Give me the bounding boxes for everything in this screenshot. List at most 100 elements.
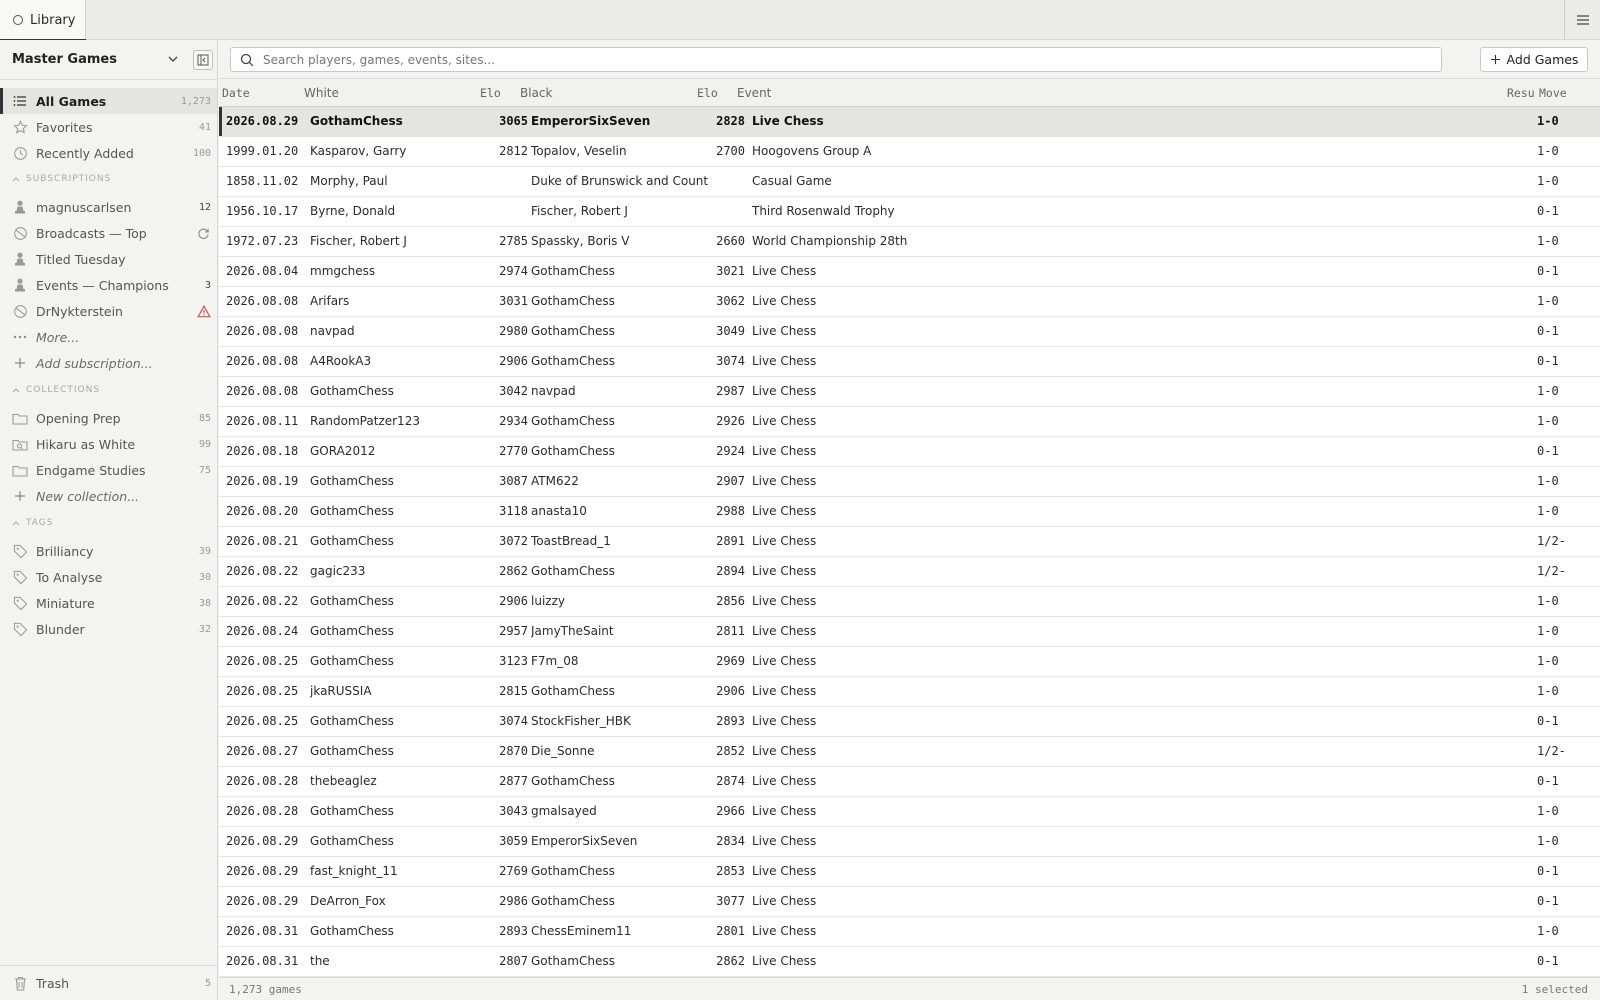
table-row[interactable]: 2026.08.20 GothamChess 3118 anasta10 2988 Liv… [219,497,1600,527]
sidebar-item-hikaru-as-white[interactable]: Hikaru as White 99 [0,431,217,457]
sidebar-item-blunder[interactable]: Blunder 32 [0,616,217,642]
sidebar-item-label: Favorites [36,119,93,135]
table-row[interactable]: 2026.08.24 GothamChess 2957 JamyTheSaint 281… [219,617,1600,647]
table-row[interactable]: 2026.08.22 gagic233 2862 GothamChess 2894 Liv… [219,557,1600,587]
cell-black: Fischer, Robert J [531,204,628,218]
sidebar-item-magnuscarlsen[interactable]: magnuscarlsen 12 [0,194,217,220]
cell-white: mmgchess [310,264,376,278]
cell-event: Live Chess [752,954,817,968]
cell-white-elo: 2870 [499,744,528,758]
list-icon [12,93,28,109]
table-row[interactable]: 2026.08.28 GothamChess 3043 gmalsayed 2966 Li… [219,797,1600,827]
plus-icon [12,488,28,504]
column-header-white[interactable]: White [304,79,474,107]
table-row[interactable]: 2026.08.08 A4RookA3 2906 GothamChess 3074 Liv… [219,347,1600,377]
add-games-button[interactable]: Add Games [1480,47,1588,72]
sidebar-item-drnykterstein[interactable]: DrNykterstein [0,298,217,324]
table-row[interactable]: 2026.08.19 GothamChess 3087 ATM622 2907 Live … [219,467,1600,497]
library-selector[interactable]: Master Games [0,40,217,80]
sidebar-item-events-champions[interactable]: Events — Champions 3 [0,272,217,298]
item-count: 100 [192,147,211,159]
column-header-event[interactable]: Event [737,79,1517,107]
column-header-black[interactable]: Black [520,79,690,107]
cell-black-elo: 3049 [716,324,745,338]
sidebar-item-miniature[interactable]: Miniature 38 [0,590,217,616]
table-row[interactable]: 2026.08.29 GothamChess 3065 EmperorSixSeven… [219,107,1600,137]
table-row[interactable]: 1858.11.02 Morphy, Paul Duke of Brunswick … [219,167,1600,197]
subscriptions-section-header[interactable]: SUBSCRIPTIONS [12,174,111,184]
sidebar-item-label: DrNykterstein [36,303,123,319]
cell-black: GothamChess [531,954,615,968]
table-row[interactable]: 2026.08.28 thebeaglez 2877 GothamChess 2874 L… [219,767,1600,797]
collapse-sidebar-button[interactable] [193,50,213,70]
sidebar-item-endgame-studies[interactable]: Endgame Studies 75 [0,457,217,483]
cell-event: Live Chess [752,354,817,368]
table-row[interactable]: 2026.08.25 GothamChess 3074 StockFisher_HBK… [219,707,1600,737]
cell-black: anasta10 [531,504,587,518]
column-header-date[interactable]: Date [222,79,302,107]
table-row[interactable]: 2026.08.27 GothamChess 2870 Die_Sonne 2852 Li… [219,737,1600,767]
table-row[interactable]: 2026.08.08 navpad 2980 GothamChess 3049 Live … [219,317,1600,347]
table-row[interactable]: 2026.08.18 GORA2012 2770 GothamChess 2924 Liv… [219,437,1600,467]
sidebar-item-titled-tuesday[interactable]: Titled Tuesday [0,246,217,272]
cell-date: 2026.08.20 [226,504,299,518]
cell-result: 0-1 [1537,954,1559,968]
cell-white-elo: 2769 [499,864,528,878]
library-title: Master Games [12,52,117,67]
sidebar-item-opening-prep[interactable]: Opening Prep 85 [0,405,217,431]
sidebar-item-all-games[interactable]: All Games 1,273 [0,88,217,114]
cell-date: 2026.08.29 [226,864,299,878]
table-row[interactable]: 2026.08.25 jkaRUSSIA 2815 GothamChess 2906 Li… [219,677,1600,707]
tags-section-header[interactable]: TAGS [12,518,53,528]
table-row[interactable]: 1956.10.17 Byrne, Donald Fischer, Robert J… [219,197,1600,227]
table-row[interactable]: 2026.08.29 fast_knight_11 2769 GothamChess 2… [219,857,1600,887]
cell-white-elo: 2877 [499,774,528,788]
table-row[interactable]: 2026.08.29 GothamChess 3059 EmperorSixSeven… [219,827,1600,857]
column-header-moves[interactable]: Move [1539,79,1600,107]
cell-white: RandomPatzer123 [310,414,420,428]
cell-white-elo: 2986 [499,894,528,908]
menu-button[interactable] [1564,0,1600,40]
add-subscription-button[interactable]: Add subscription... [0,350,217,376]
table-row[interactable]: 2026.08.31 GothamChess 2893 ChessEminem11 28… [219,917,1600,947]
search-input[interactable] [263,52,1413,67]
sidebar-item-to-analyse[interactable]: To Analyse 30 [0,564,217,590]
new-collection-button[interactable]: New collection... [0,483,217,509]
table-row[interactable]: 2026.08.11 RandomPatzer123 2934 GothamChess… [219,407,1600,437]
cell-result: 0-1 [1537,864,1559,878]
sidebar-item-broadcasts-top[interactable]: Broadcasts — Top [0,220,217,246]
table-row[interactable]: 2026.08.08 Arifars 3031 GothamChess 3062 Live… [219,287,1600,317]
cell-white: DeArron_Fox [310,894,386,908]
search-box[interactable] [230,47,1442,72]
table-row[interactable]: 2026.08.04 mmgchess 2974 GothamChess 3021 Liv… [219,257,1600,287]
column-header-black-elo[interactable]: Elo [697,79,737,107]
cell-date: 2026.08.08 [226,354,299,368]
table-row[interactable]: 2026.08.29 DeArron_Fox 2986 GothamChess 3077… [219,887,1600,917]
cell-black: EmperorSixSeven [531,834,638,848]
table-row[interactable]: 2026.08.31 the 2807 GothamChess 2862 Live Che… [219,947,1600,977]
table-row[interactable]: 1972.07.23 Fischer, Robert J 2785 Spassky, … [219,227,1600,257]
column-header-result[interactable]: Resu [1507,79,1537,107]
table-row[interactable]: 2026.08.08 GothamChess 3042 navpad 2987 Live … [219,377,1600,407]
table-row[interactable]: 2026.08.21 GothamChess 3072 ToastBread_1 289… [219,527,1600,557]
collections-section-header[interactable]: COLLECTIONS [12,385,100,395]
cell-black: GothamChess [531,324,615,338]
item-count: 99 [198,438,211,450]
sidebar-item-label: New collection... [36,488,140,504]
table-row[interactable]: 2026.08.25 GothamChess 3123 F7m_08 2969 Live … [219,647,1600,677]
main-panel: Add Games Date White Elo Black Elo Event… [219,40,1600,1000]
sidebar-item-favorites[interactable]: Favorites 41 [0,114,217,140]
section-title: COLLECTIONS [26,385,101,395]
cell-white-elo: 2974 [499,264,528,278]
table-row[interactable]: 2026.08.22 GothamChess 2906 luizzy 2856 Live … [219,587,1600,617]
column-header-white-elo[interactable]: Elo [480,79,520,107]
tab-library[interactable]: Library [0,0,86,41]
sidebar-item-trash[interactable]: Trash 5 [0,965,217,1000]
table-row[interactable]: 1999.01.20 Kasparov, Garry 2812 Topalov, Ve… [219,137,1600,167]
sidebar-more-button[interactable]: More... [0,324,217,350]
sidebar-item-recently-added[interactable]: Recently Added 100 [0,140,217,166]
cell-black-elo: 2811 [716,624,745,638]
cell-result: 1-0 [1537,684,1559,698]
sidebar-item-brilliancy[interactable]: Brilliancy 39 [0,538,217,564]
cell-date: 2026.08.11 [226,414,299,428]
